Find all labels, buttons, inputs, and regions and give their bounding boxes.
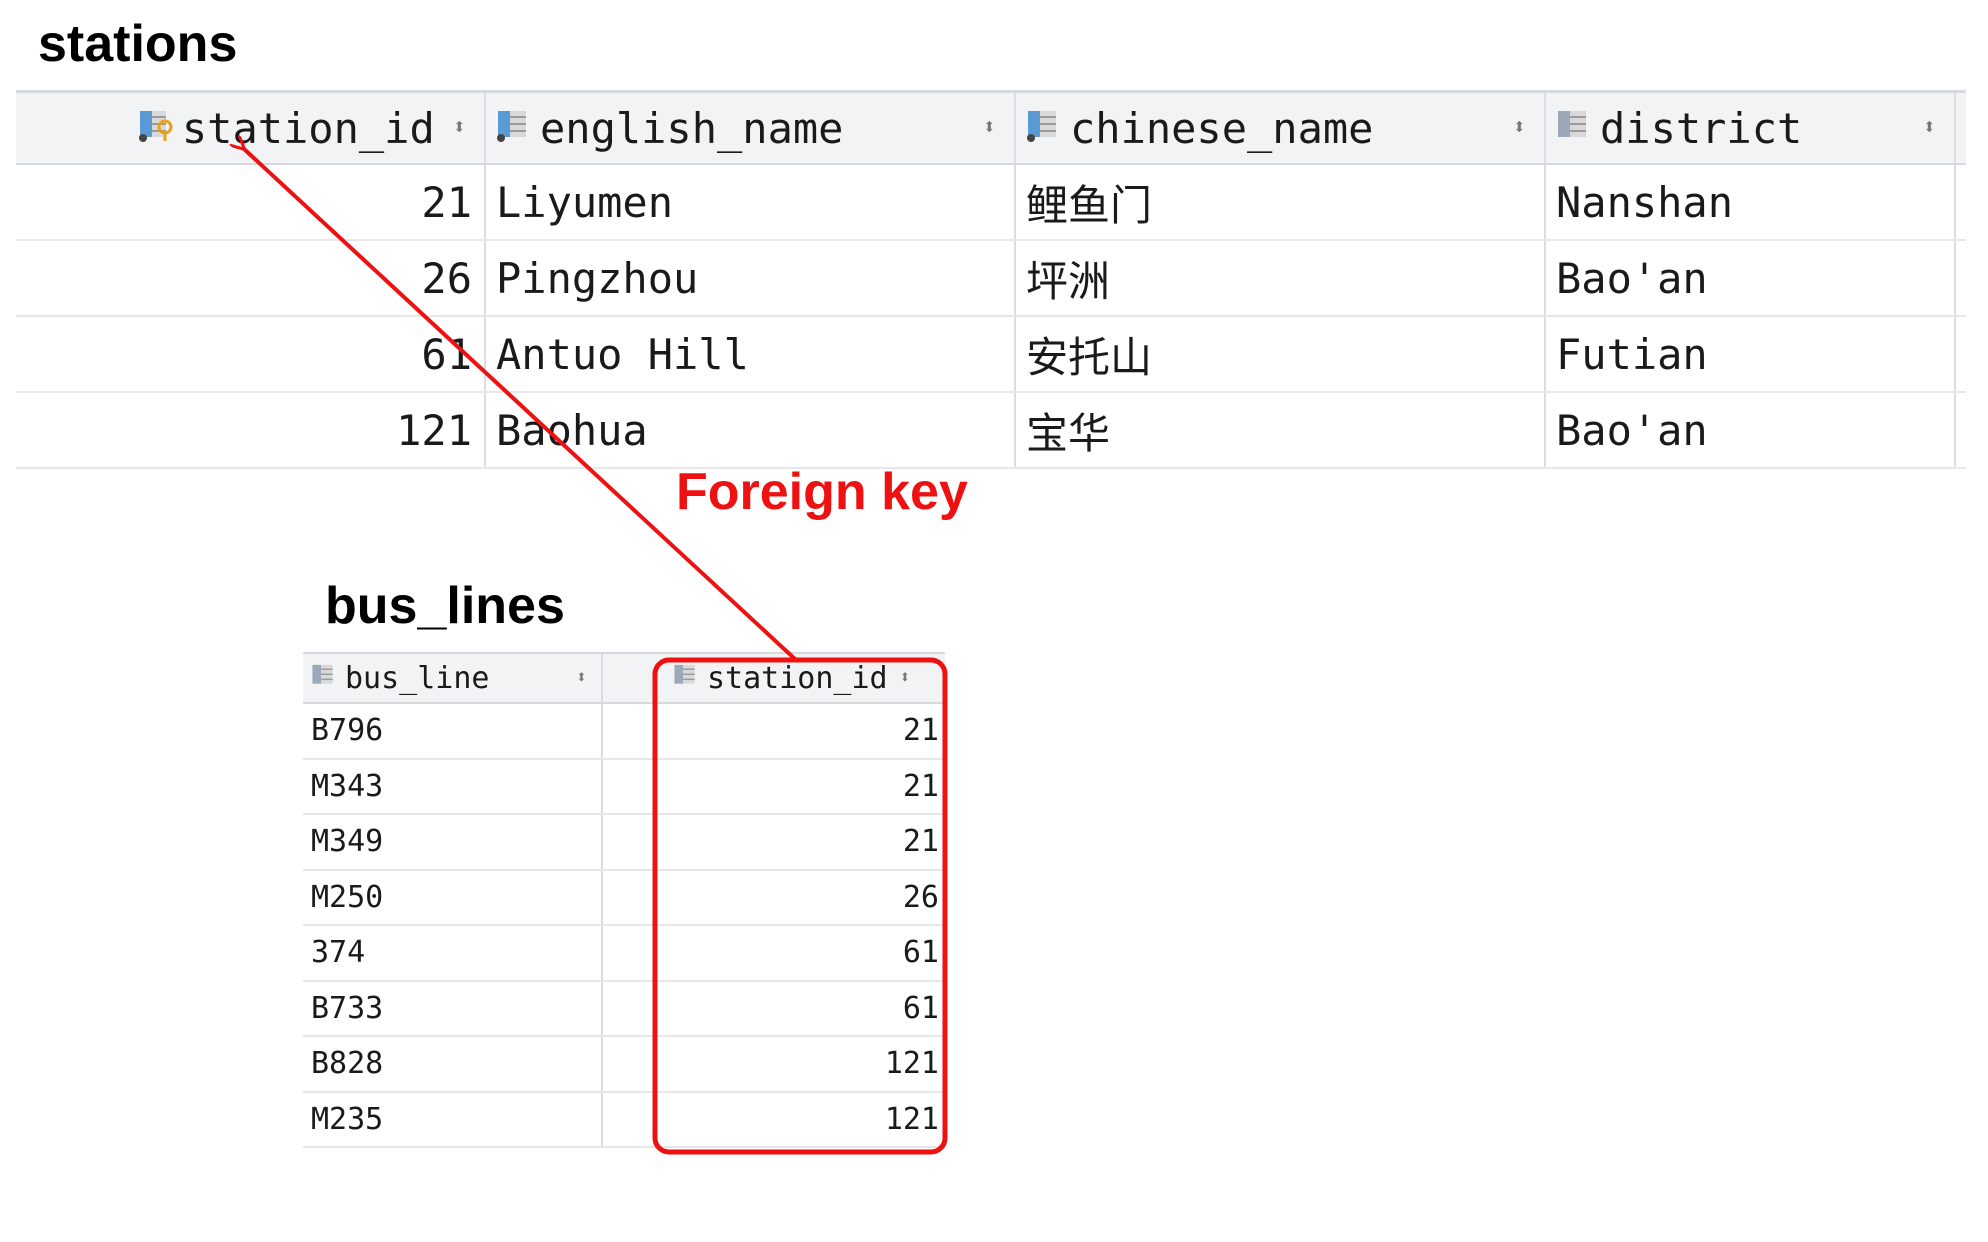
cell-district[interactable]: Bao'an: [1546, 241, 1956, 315]
cell-bus-line[interactable]: M250: [303, 870, 603, 924]
table-row: B828 121: [303, 1037, 945, 1093]
column-label: station_id: [181, 103, 435, 153]
table-row: 121 Baohua 宝华 Bao'an: [16, 393, 1966, 469]
cell-chinese-name[interactable]: 坪洲: [1016, 241, 1546, 315]
cell-bus-line[interactable]: B796: [303, 704, 603, 758]
cell-station-id[interactable]: 61: [603, 926, 945, 980]
foreign-key-label: Foreign key: [676, 463, 968, 521]
cell-english-name[interactable]: Pingzhou: [486, 241, 1016, 315]
sort-arrows-icon[interactable]: ⬍: [983, 117, 996, 139]
table-row: M235 121: [303, 1092, 945, 1148]
table-column-icon: [1026, 104, 1062, 153]
table-row: 21 Liyumen 鲤鱼门 Nanshan: [16, 165, 1966, 241]
stations-header-district[interactable]: district ⬍: [1546, 93, 1956, 163]
table-row: 374 61: [303, 926, 945, 982]
table-row: M343 21: [303, 759, 945, 815]
cell-bus-line[interactable]: M343: [303, 759, 603, 813]
table-row: M250 26: [303, 870, 945, 926]
cell-chinese-name[interactable]: 安托山: [1016, 317, 1546, 391]
cell-chinese-name[interactable]: 鲤鱼门: [1016, 165, 1546, 239]
cell-station-id[interactable]: 21: [603, 760, 945, 814]
column-label: bus_line: [345, 660, 490, 696]
sort-arrows-icon[interactable]: ⬍: [453, 117, 466, 139]
cell-bus-line[interactable]: B828: [303, 1037, 603, 1091]
cell-station-id[interactable]: 61: [16, 317, 486, 391]
table-column-icon: [496, 104, 532, 153]
cell-bus-line[interactable]: M235: [303, 1092, 603, 1146]
table-column-icon: [311, 661, 337, 696]
cell-station-id[interactable]: 21: [603, 815, 945, 869]
cell-station-id[interactable]: 21: [16, 165, 486, 239]
table-row: 61 Antuo Hill 安托山 Futian: [16, 317, 1966, 393]
cell-english-name[interactable]: Antuo Hill: [486, 317, 1016, 391]
cell-district[interactable]: Nanshan: [1546, 165, 1956, 239]
cell-station-id[interactable]: 61: [603, 982, 945, 1036]
cell-station-id[interactable]: 121: [16, 393, 486, 467]
table-row: M349 21: [303, 815, 945, 871]
table-row: 26 Pingzhou 坪洲 Bao'an: [16, 241, 1966, 317]
cell-district[interactable]: Futian: [1546, 317, 1956, 391]
bus-lines-table-title: bus_lines: [325, 577, 565, 635]
stations-table-title: stations: [38, 15, 238, 73]
stations-table: station_id ⬍ english_name ⬍ chinese_name…: [16, 90, 1966, 469]
sort-arrows-icon[interactable]: ⬍: [1923, 117, 1936, 139]
cell-english-name[interactable]: Liyumen: [486, 165, 1016, 239]
cell-bus-line[interactable]: B733: [303, 981, 603, 1035]
column-label: chinese_name: [1070, 103, 1374, 153]
stations-header-chinese-name[interactable]: chinese_name ⬍: [1016, 93, 1546, 163]
cell-bus-line[interactable]: 374: [303, 926, 603, 980]
bus-lines-header-bus-line[interactable]: bus_line ⬍: [303, 654, 603, 702]
stations-header-row: station_id ⬍ english_name ⬍ chinese_name…: [16, 90, 1966, 165]
cell-station-id[interactable]: 121: [603, 1093, 945, 1147]
table-column-icon: [673, 661, 699, 696]
key-column-icon: [138, 104, 174, 153]
cell-station-id[interactable]: 121: [603, 1037, 945, 1091]
sort-arrows-icon[interactable]: ⬍: [576, 669, 587, 687]
cell-bus-line[interactable]: M349: [303, 815, 603, 869]
table-column-icon: [1556, 104, 1592, 153]
bus-lines-table: bus_line ⬍ station_id ⬍ B796 21 M343 21 …: [303, 652, 945, 1148]
cell-station-id[interactable]: 26: [16, 241, 486, 315]
bus-lines-header-station-id[interactable]: station_id ⬍: [603, 654, 945, 702]
cell-station-id[interactable]: 21: [603, 704, 945, 758]
sort-arrows-icon[interactable]: ⬍: [1513, 117, 1526, 139]
stations-header-english-name[interactable]: english_name ⬍: [486, 93, 1016, 163]
cell-station-id[interactable]: 26: [603, 871, 945, 925]
cell-district[interactable]: Bao'an: [1546, 393, 1956, 467]
column-label: district: [1600, 103, 1803, 153]
bus-lines-header-row: bus_line ⬍ station_id ⬍: [303, 652, 945, 704]
table-row: B796 21: [303, 704, 945, 760]
column-label: english_name: [540, 103, 844, 153]
column-label: station_id: [707, 660, 888, 696]
cell-chinese-name[interactable]: 宝华: [1016, 393, 1546, 467]
cell-english-name[interactable]: Baohua: [486, 393, 1016, 467]
sort-arrows-icon[interactable]: ⬍: [900, 669, 911, 687]
table-row: B733 61: [303, 981, 945, 1037]
stations-header-station-id[interactable]: station_id ⬍: [16, 93, 486, 163]
